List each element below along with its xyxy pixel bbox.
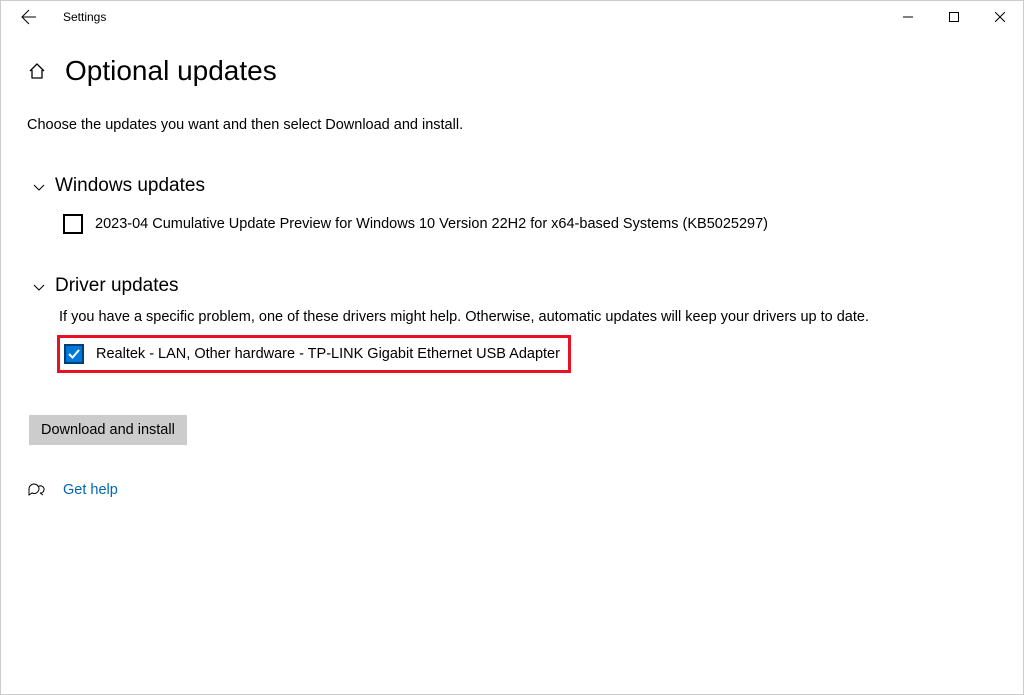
help-icon — [27, 481, 45, 499]
windows-updates-section: Windows updates 2023-04 Cumulative Updat… — [27, 175, 997, 239]
close-button[interactable] — [977, 1, 1023, 33]
titlebar: Settings — [1, 1, 1023, 33]
checkmark-icon — [67, 347, 81, 361]
update-label: Realtek - LAN, Other hardware - TP-LINK … — [96, 346, 560, 362]
driver-updates-section: Driver updates If you have a specific pr… — [27, 275, 997, 373]
back-button[interactable] — [9, 1, 49, 33]
app-title: Settings — [63, 10, 106, 24]
windows-updates-header[interactable]: Windows updates — [27, 175, 997, 197]
minimize-icon — [903, 12, 913, 22]
chevron-down-icon — [33, 280, 45, 292]
update-label: 2023-04 Cumulative Update Preview for Wi… — [95, 216, 768, 232]
section-title: Driver updates — [55, 275, 179, 297]
arrow-left-icon — [21, 9, 37, 25]
driver-updates-header[interactable]: Driver updates — [27, 275, 997, 297]
get-help-link[interactable]: Get help — [63, 482, 118, 498]
help-link-row: Get help — [27, 481, 997, 499]
home-button[interactable] — [27, 61, 47, 81]
checkbox-checked[interactable] — [64, 344, 84, 364]
page-title: Optional updates — [65, 55, 277, 87]
close-icon — [995, 12, 1005, 22]
section-title: Windows updates — [55, 175, 205, 197]
content-area: Optional updates Choose the updates you … — [1, 33, 1023, 521]
home-icon — [28, 62, 46, 80]
update-item[interactable]: 2023-04 Cumulative Update Preview for Wi… — [63, 209, 997, 239]
update-item[interactable]: Realtek - LAN, Other hardware - TP-LINK … — [64, 344, 560, 364]
minimize-button[interactable] — [885, 1, 931, 33]
window-controls — [885, 1, 1023, 33]
checkbox-unchecked[interactable] — [63, 214, 83, 234]
page-description: Choose the updates you want and then sel… — [27, 117, 997, 133]
page-header: Optional updates — [27, 55, 997, 87]
chevron-down-icon — [33, 180, 45, 192]
section-subtitle: If you have a specific problem, one of t… — [59, 309, 997, 325]
download-install-button[interactable]: Download and install — [29, 415, 187, 445]
maximize-button[interactable] — [931, 1, 977, 33]
maximize-icon — [949, 12, 959, 22]
highlighted-item: Realtek - LAN, Other hardware - TP-LINK … — [57, 335, 571, 373]
